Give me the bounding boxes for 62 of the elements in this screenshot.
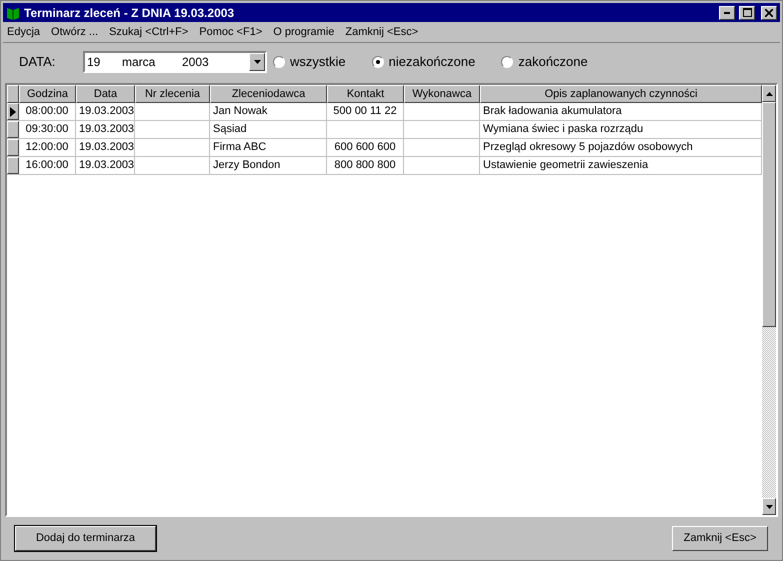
table-cell: Jan Nowak <box>210 103 327 120</box>
table-cell: 800 800 800 <box>327 157 404 174</box>
table-cell: 19.03.2003 <box>76 103 135 120</box>
menu-item[interactable]: Otwórz ... <box>51 24 98 40</box>
table-cell: 16:00:00 <box>19 157 76 174</box>
book-icon <box>6 6 20 20</box>
table-cell: 19.03.2003 <box>76 157 135 174</box>
day-text: 19 <box>87 54 102 71</box>
table-cell: 500 00 11 22 <box>327 103 404 120</box>
maximize-icon <box>742 8 752 17</box>
row-pointer-icon <box>10 106 16 116</box>
radio-label: zakończone <box>518 53 588 72</box>
radio-label: wszystkie <box>290 53 346 72</box>
caret-icon <box>254 60 260 64</box>
table-cell: 19.03.2003 <box>76 139 135 156</box>
date-field[interactable]: 19 marca 2003 <box>83 51 267 73</box>
column-header[interactable]: Kontakt <box>327 85 404 103</box>
close-button[interactable] <box>761 6 777 20</box>
menu-item[interactable]: Pomoc <F1> <box>199 24 262 40</box>
minimize-icon <box>724 12 730 14</box>
column-header[interactable]: Opis zaplanowanych czynności <box>480 85 762 103</box>
window-title: Terminarz zleceń - Z DNIA 19.03.2003 <box>24 4 236 22</box>
up-arrow-icon <box>766 92 772 96</box>
menu-item[interactable]: Edycja <box>7 24 40 40</box>
radio-button[interactable] <box>501 56 514 68</box>
scroll-thumb[interactable] <box>762 102 776 327</box>
scrollbar[interactable] <box>762 85 776 515</box>
scroll-up-button[interactable] <box>762 85 776 102</box>
maximize-button[interactable] <box>739 6 755 20</box>
table-cell: Sąsiad <box>210 121 327 138</box>
close-icon <box>765 8 773 16</box>
menu-item[interactable]: Szukaj <Ctrl+F> <box>109 24 188 40</box>
radio-button[interactable] <box>372 56 384 68</box>
menu-item[interactable]: O programie <box>273 24 334 40</box>
table-cell: 08:00:00 <box>19 103 76 120</box>
column-header[interactable]: Godzina <box>19 85 76 103</box>
radio-button[interactable] <box>273 56 285 68</box>
column-header[interactable]: Data <box>76 85 135 103</box>
row-header[interactable] <box>7 157 19 174</box>
close-button[interactable]: Zamknij <Esc> <box>672 526 768 551</box>
column-header[interactable]: Nr zlecenia <box>135 85 210 103</box>
column-header[interactable]: Wykonawca <box>404 85 480 103</box>
table-cell: 09:30:00 <box>19 121 76 138</box>
menu-item[interactable]: Zamknij <Esc> <box>345 24 418 40</box>
table-cell: 12:00:00 <box>19 139 76 156</box>
date-label: DATA: <box>19 53 56 72</box>
year-text: 2003 <box>182 54 209 71</box>
radio-label: niezakończone <box>388 53 476 72</box>
add-to-schedule-button[interactable]: Dodaj do terminarza <box>15 526 156 551</box>
table-cell: 600 600 600 <box>327 139 404 156</box>
down-arrow-icon <box>766 504 772 508</box>
month-text: marca <box>122 54 156 71</box>
row-header[interactable] <box>7 121 19 138</box>
table-cell: Firma ABC <box>210 139 327 156</box>
scroll-down-button[interactable] <box>762 498 776 515</box>
dropdown-button[interactable] <box>249 53 265 71</box>
minimize-button[interactable] <box>719 6 735 20</box>
table-cell: 19.03.2003 <box>76 121 135 138</box>
column-header[interactable]: Zleceniodawca <box>210 85 327 103</box>
table-cell: Jerzy Bondon <box>210 157 327 174</box>
row-header[interactable] <box>7 103 19 120</box>
row-header[interactable] <box>7 139 19 156</box>
